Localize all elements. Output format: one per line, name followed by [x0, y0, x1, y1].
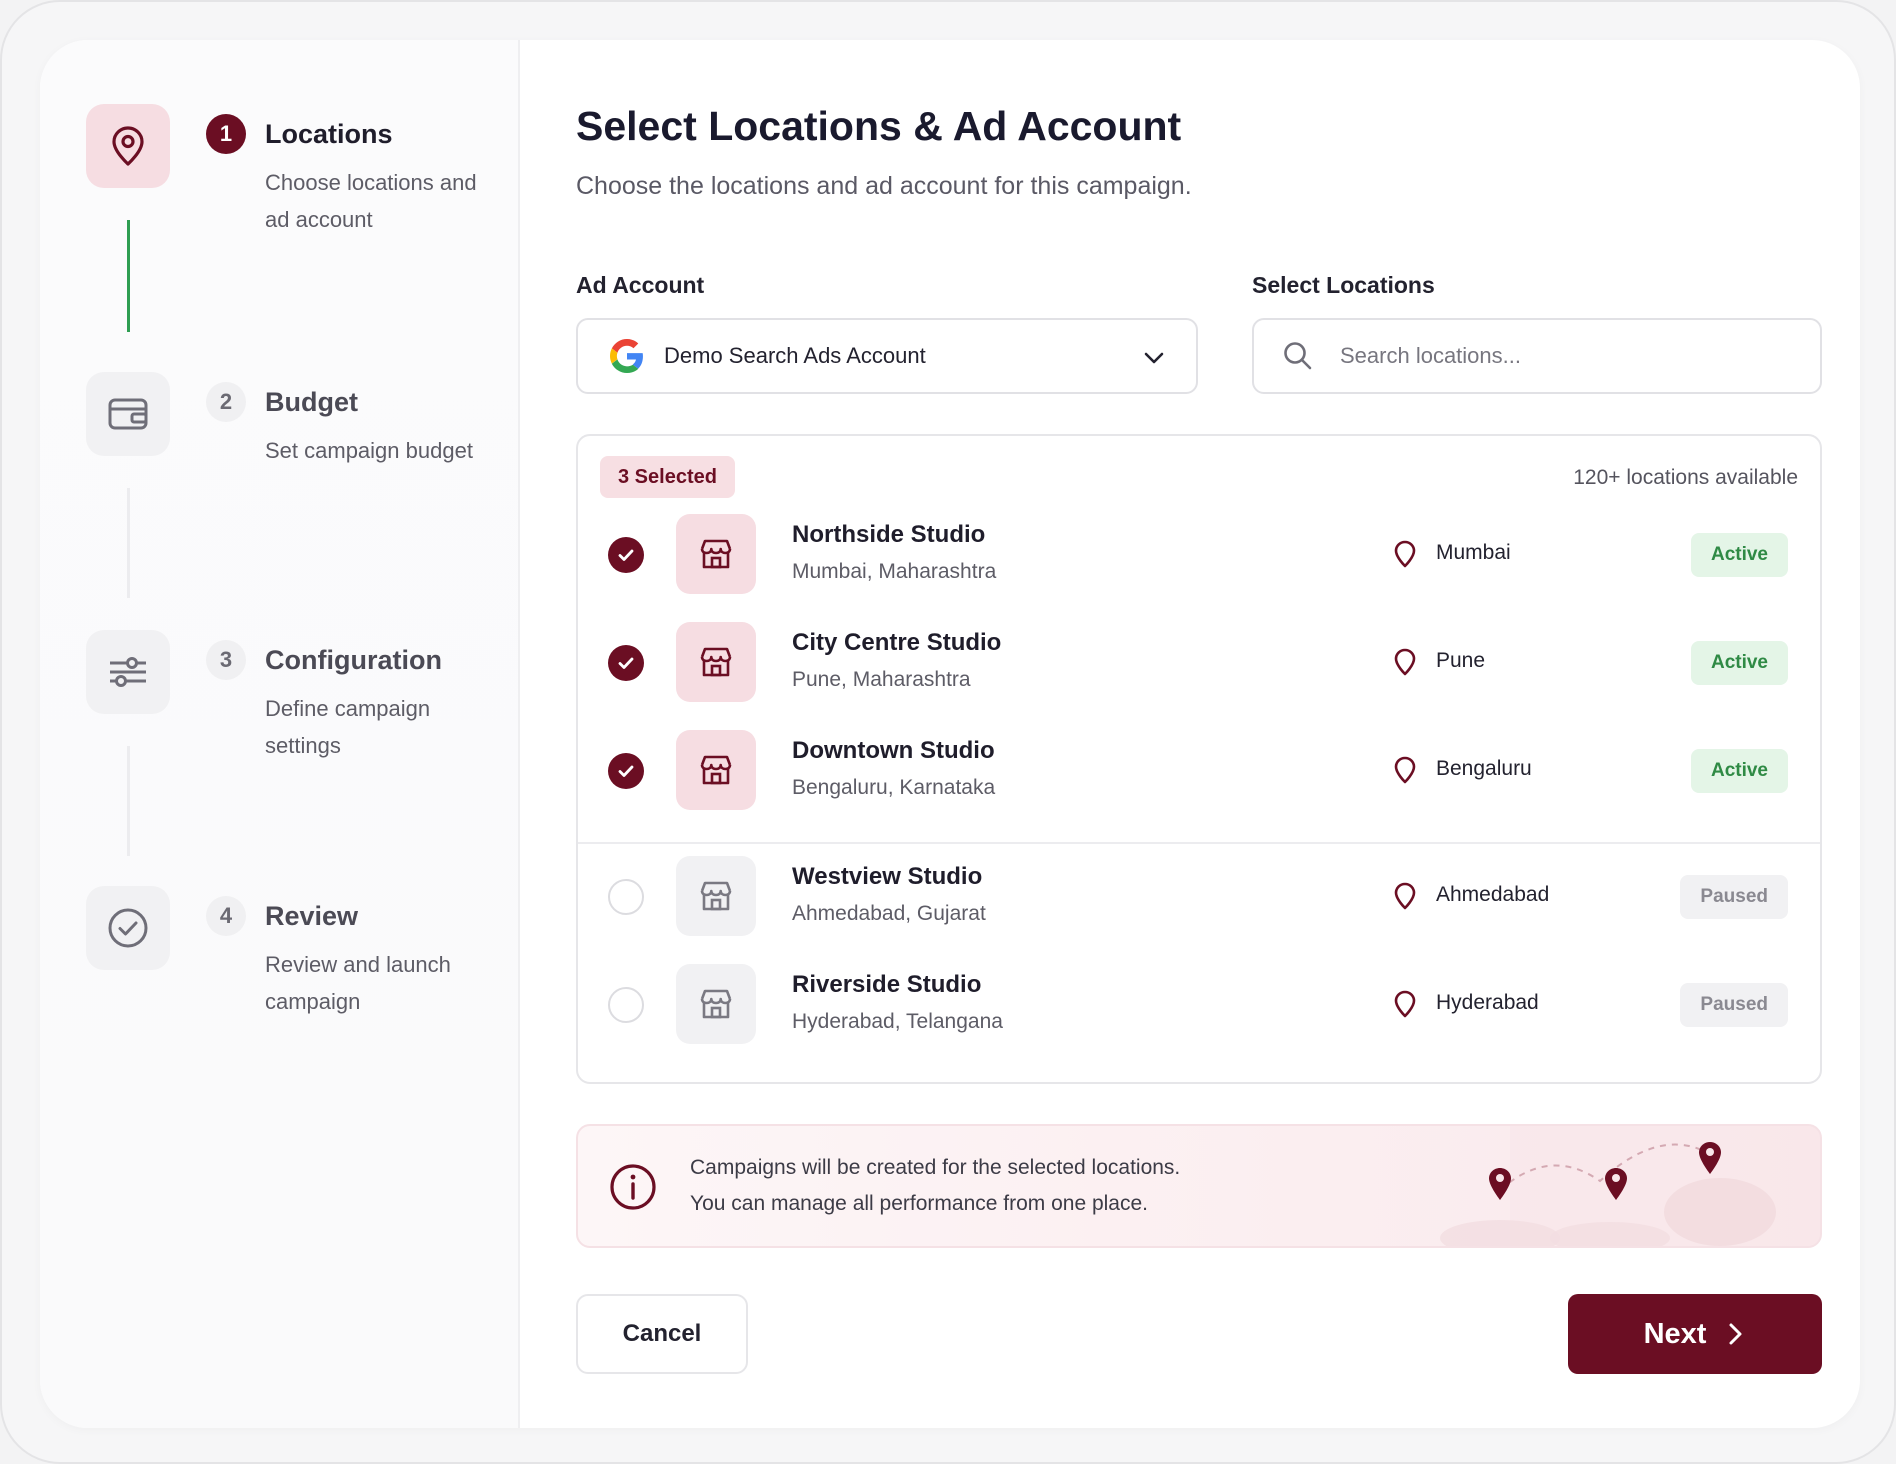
page-title: Select Locations & Ad Account [576, 103, 1182, 149]
step-icon-box [86, 886, 170, 970]
location-name: Downtown Studio [792, 737, 995, 764]
location-address: Mumbai, Maharashtra [792, 560, 997, 583]
location-city: Bengaluru [1436, 757, 1532, 780]
location-name: City Centre Studio [792, 629, 1002, 656]
store-icon [700, 647, 732, 677]
cancel-button[interactable]: Cancel [576, 1294, 748, 1374]
checkmark-icon [618, 657, 634, 669]
map-pins-illustration [1440, 1126, 1820, 1246]
step-connector-complete [127, 220, 130, 332]
store-icon [700, 539, 732, 569]
step-title: Locations [265, 119, 393, 149]
map-pin-icon [1394, 540, 1416, 568]
location-search-box[interactable] [1252, 318, 1822, 394]
row-checkbox[interactable] [608, 987, 644, 1023]
step-number: 1 [206, 114, 246, 154]
step-title: Review [265, 901, 359, 931]
store-icon-box [676, 856, 756, 936]
checkmark-icon [618, 765, 634, 777]
location-row[interactable]: Northside Studio Mumbai, Maharashtra Mum… [578, 504, 1820, 604]
step-description: Choose locations and ad account [265, 170, 477, 232]
next-button[interactable]: Next [1568, 1294, 1822, 1374]
store-icon-box [676, 514, 756, 594]
row-checkbox[interactable] [608, 537, 644, 573]
step-connector [127, 746, 130, 856]
step-number: 3 [206, 640, 246, 680]
location-city: Hyderabad [1436, 991, 1539, 1014]
location-address: Hyderabad, Telangana [792, 1010, 1003, 1033]
step-number: 2 [206, 382, 246, 422]
step-description: Set campaign budget [265, 438, 473, 463]
location-list: 3 Selected 120+ locations available Nort… [576, 434, 1822, 1084]
location-city: Pune [1436, 649, 1486, 672]
step-title: Budget [265, 387, 358, 417]
step-icon-box [86, 372, 170, 456]
step-icon-box [86, 104, 170, 188]
location-name: Westview Studio [792, 863, 983, 890]
ad-account-value: Demo Search Ads Account [664, 343, 926, 368]
step-title: Configuration [265, 645, 442, 675]
list-divider [578, 842, 1820, 844]
location-city: Ahmedabad [1436, 883, 1550, 906]
status-badge: Active [1690, 749, 1788, 793]
chevron-right-icon [1729, 1323, 1742, 1345]
step-number: 4 [206, 896, 246, 936]
row-checkbox[interactable] [608, 753, 644, 789]
map-pin-icon [1394, 882, 1416, 910]
map-pin-icon [1394, 648, 1416, 676]
location-address: Ahmedabad, Gujarat [792, 902, 986, 925]
location-name: Riverside Studio [792, 971, 982, 998]
window-frame: 1 Locations Choose locations and ad acco… [0, 0, 1896, 1464]
ad-account-label: Ad Account [576, 272, 705, 298]
status-badge: Active [1690, 533, 1788, 577]
store-icon [700, 881, 732, 911]
row-checkbox[interactable] [608, 645, 644, 681]
step-connector [127, 488, 130, 598]
step-icon-box [86, 630, 170, 714]
info-text-line-1: Campaigns will be created for the select… [690, 1156, 1181, 1179]
selected-count-badge: 3 Selected [600, 456, 735, 498]
info-text-line-2: You can manage all performance from one … [690, 1192, 1149, 1215]
checkmark-icon [618, 549, 634, 561]
chevron-down-icon [1144, 352, 1164, 364]
sliders-icon [110, 657, 146, 687]
store-icon-box [676, 964, 756, 1044]
store-icon-box [676, 622, 756, 702]
map-pin-icon [1394, 756, 1416, 784]
status-badge: Paused [1680, 875, 1788, 919]
page-subtitle: Choose the locations and ad account for … [576, 172, 1192, 200]
location-row[interactable]: Riverside Studio Hyderabad, Telangana Hy… [578, 954, 1820, 1054]
store-icon-box [676, 730, 756, 810]
row-checkbox[interactable] [608, 879, 644, 915]
location-row[interactable]: City Centre Studio Pune, Maharashtra Pun… [578, 612, 1820, 712]
select-locations-label: Select Locations [1252, 272, 1435, 298]
info-banner: Campaigns will be created for the select… [576, 1124, 1822, 1248]
location-pin-icon [112, 126, 144, 166]
location-row[interactable]: Downtown Studio Bengaluru, Karnataka Ben… [578, 720, 1820, 820]
step-description: Define campaign settings [265, 696, 431, 758]
next-button-label: Next [1643, 1317, 1707, 1350]
search-icon [1284, 342, 1312, 370]
wallet-icon [108, 398, 148, 430]
google-logo-icon [610, 339, 643, 373]
campaign-wizard-card: 1 Locations Choose locations and ad acco… [40, 40, 1860, 1428]
location-address: Bengaluru, Karnataka [792, 776, 996, 799]
location-name: Northside Studio [792, 521, 986, 548]
location-row[interactable]: Westview Studio Ahmedabad, Gujarat Ahmed… [578, 846, 1820, 946]
info-icon [610, 1164, 656, 1210]
available-count: 120+ locations available [1573, 466, 1798, 489]
search-locations-input[interactable] [1340, 343, 1760, 369]
stepper-sidebar: 1 Locations Choose locations and ad acco… [40, 40, 520, 1428]
main-content: Select Locations & Ad Account Choose the… [576, 40, 1822, 1428]
ad-account-select[interactable]: Demo Search Ads Account [576, 318, 1198, 394]
location-city: Mumbai [1436, 541, 1511, 564]
store-icon [700, 755, 732, 785]
map-pin-icon [1394, 990, 1416, 1018]
location-address: Pune, Maharashtra [792, 668, 971, 691]
store-icon [700, 989, 732, 1019]
check-circle-icon [108, 908, 148, 948]
status-badge: Paused [1680, 983, 1788, 1027]
status-badge: Active [1690, 641, 1788, 685]
step-description: Review and launch campaign [265, 952, 451, 1014]
